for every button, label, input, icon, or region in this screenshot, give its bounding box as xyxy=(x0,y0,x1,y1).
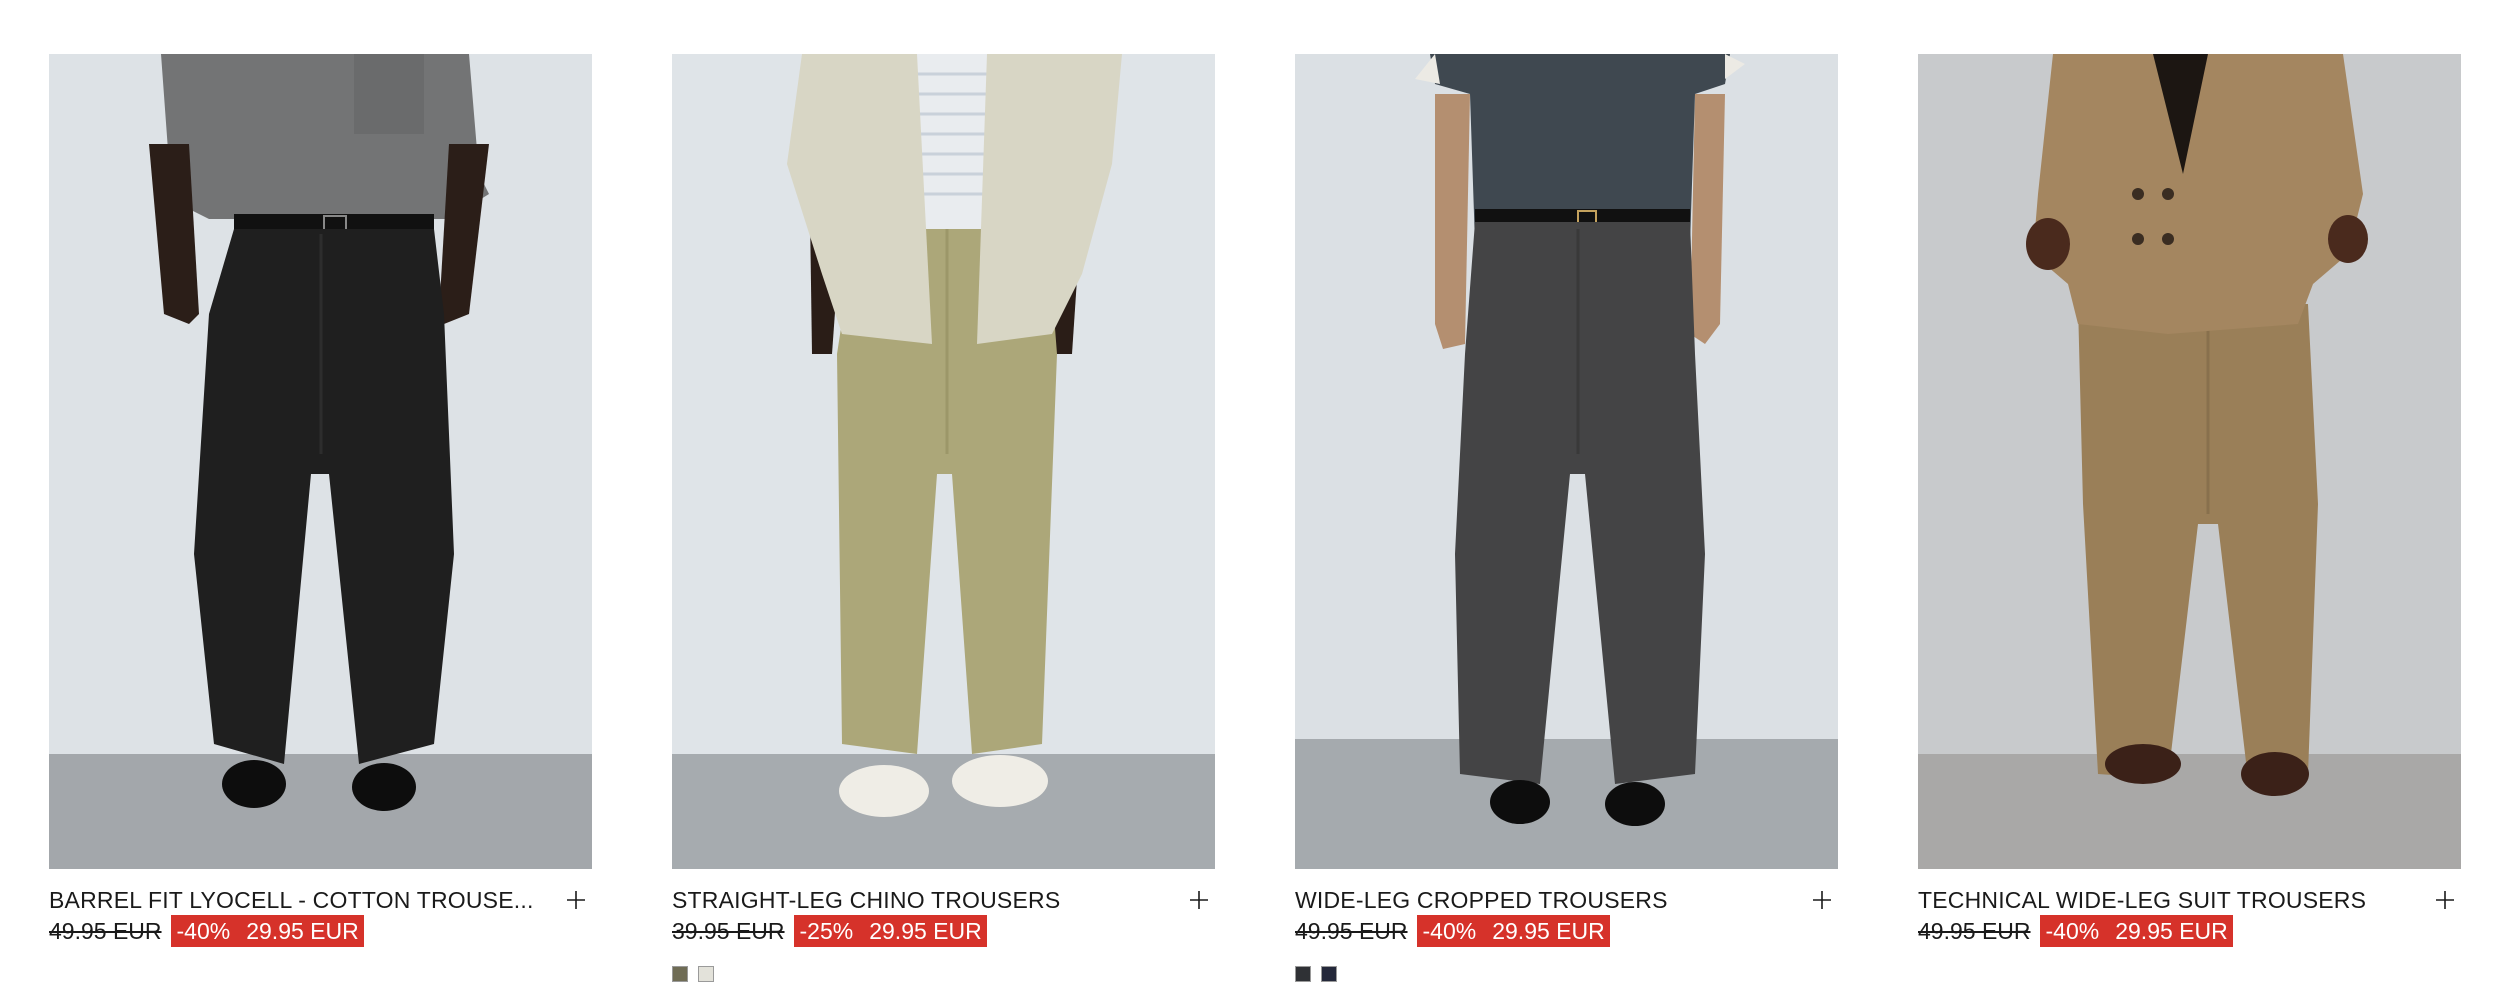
add-to-cart-button[interactable] xyxy=(560,884,592,916)
sale-price: 29.95 EUR xyxy=(1492,918,1605,944)
original-price: 49.95 EUR xyxy=(49,918,162,944)
price-row: 49.95 EUR -40% 29.95 EUR xyxy=(1918,915,2233,947)
add-to-cart-button[interactable] xyxy=(2429,884,2461,916)
sale-badge: -25% 29.95 EUR xyxy=(793,915,987,947)
color-swatch-olive[interactable] xyxy=(672,966,688,982)
product-photo-wide-leg-trousers xyxy=(1295,54,1838,869)
product-card: BARREL FIT LYOCELL - COTTON TROUSE... 49… xyxy=(49,54,592,947)
original-price: 49.95 EUR xyxy=(1295,918,1408,944)
product-name[interactable]: BARREL FIT LYOCELL - COTTON TROUSE... xyxy=(49,886,534,914)
discount-percent: -40% xyxy=(1422,918,1477,944)
product-info: BARREL FIT LYOCELL - COTTON TROUSE... 49… xyxy=(49,884,592,947)
product-grid: BARREL FIT LYOCELL - COTTON TROUSE... 49… xyxy=(49,54,2461,982)
product-info: TECHNICAL WIDE-LEG SUIT TROUSERS 49.95 E… xyxy=(1918,884,2461,947)
color-swatch-charcoal[interactable] xyxy=(1295,966,1311,982)
price-row: 39.95 EUR -25% 29.95 EUR xyxy=(672,915,987,947)
product-card: WIDE-LEG CROPPED TROUSERS 49.95 EUR -40%… xyxy=(1295,54,1838,982)
plus-icon xyxy=(1190,891,1208,909)
product-name[interactable]: WIDE-LEG CROPPED TROUSERS xyxy=(1295,886,1668,914)
product-card: TECHNICAL WIDE-LEG SUIT TROUSERS 49.95 E… xyxy=(1918,54,2461,947)
plus-icon xyxy=(1813,891,1831,909)
sale-price: 29.95 EUR xyxy=(869,918,982,944)
product-card: STRAIGHT-LEG CHINO TROUSERS 39.95 EUR -2… xyxy=(672,54,1215,982)
color-swatches xyxy=(672,966,714,982)
product-image[interactable] xyxy=(1918,54,2461,869)
product-info: WIDE-LEG CROPPED TROUSERS 49.95 EUR -40%… xyxy=(1295,884,1838,947)
price-row: 49.95 EUR -40% 29.95 EUR xyxy=(1295,915,1610,947)
product-photo-chino-trousers xyxy=(672,54,1215,869)
product-image[interactable] xyxy=(1295,54,1838,869)
add-to-cart-button[interactable] xyxy=(1806,884,1838,916)
sale-badge: -40% 29.95 EUR xyxy=(170,915,364,947)
plus-icon xyxy=(2436,891,2454,909)
color-swatches xyxy=(1295,966,1337,982)
price-row: 49.95 EUR -40% 29.95 EUR xyxy=(49,915,364,947)
color-swatch-ecru[interactable] xyxy=(698,966,714,982)
product-image[interactable] xyxy=(672,54,1215,869)
original-price: 49.95 EUR xyxy=(1918,918,2031,944)
original-price: 39.95 EUR xyxy=(672,918,785,944)
sale-badge: -40% 29.95 EUR xyxy=(2039,915,2233,947)
plus-icon xyxy=(567,891,585,909)
sale-badge: -40% 29.95 EUR xyxy=(1416,915,1610,947)
add-to-cart-button[interactable] xyxy=(1183,884,1215,916)
product-name[interactable]: STRAIGHT-LEG CHINO TROUSERS xyxy=(672,886,1060,914)
product-photo-barrel-trousers xyxy=(49,54,592,869)
discount-percent: -40% xyxy=(2045,918,2100,944)
product-info: STRAIGHT-LEG CHINO TROUSERS 39.95 EUR -2… xyxy=(672,884,1215,947)
discount-percent: -25% xyxy=(799,918,854,944)
sale-price: 29.95 EUR xyxy=(2115,918,2228,944)
product-image[interactable] xyxy=(49,54,592,869)
color-swatch-navy[interactable] xyxy=(1321,966,1337,982)
discount-percent: -40% xyxy=(176,918,231,944)
product-name[interactable]: TECHNICAL WIDE-LEG SUIT TROUSERS xyxy=(1918,886,2366,914)
sale-price: 29.95 EUR xyxy=(246,918,359,944)
product-photo-suit-trousers xyxy=(1918,54,2461,869)
